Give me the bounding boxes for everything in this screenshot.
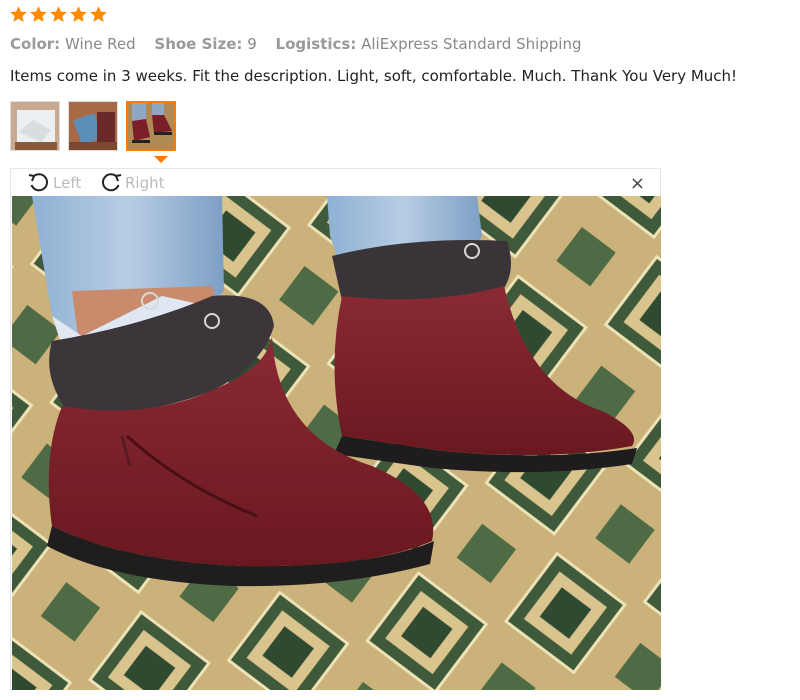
thumbnail-1[interactable] (10, 101, 60, 151)
star-icon (70, 6, 87, 22)
rotate-left-label: Left (53, 174, 82, 192)
rotate-right-label: Right (125, 174, 165, 192)
star-icon (10, 6, 27, 22)
thumbnail-strip (10, 101, 176, 151)
viewer-toolbar: Left Right × (11, 169, 660, 196)
image-viewer: Left Right × (10, 168, 661, 690)
rating-stars (9, 5, 108, 24)
close-viewer-button[interactable]: × (630, 173, 645, 194)
rotate-right-icon (102, 173, 122, 192)
rotate-left-icon (28, 173, 48, 192)
star-icon (90, 6, 107, 22)
attr-logistics-key: Logistics: (275, 35, 357, 53)
attr-logistics-value: AliExpress Standard Shipping (361, 35, 582, 53)
boots-photo (12, 196, 661, 690)
attr-color-value: Wine Red (64, 35, 136, 53)
attr-size-key: Shoe Size: (154, 35, 243, 53)
thumbnail-pointer (154, 156, 168, 163)
thumbnail-2[interactable] (68, 101, 118, 151)
star-icon (50, 6, 67, 22)
star-icon (30, 6, 47, 22)
boots-photo-icon (128, 103, 174, 149)
thumbnail-3[interactable] (126, 101, 176, 151)
review-text: Items come in 3 weeks. Fit the descripti… (10, 67, 738, 85)
review-attributes: Color: Wine Red Shoe Size: 9 Logistics: … (10, 35, 596, 53)
rotate-right-button[interactable]: Right (99, 171, 165, 195)
attr-size-value: 9 (247, 35, 257, 53)
attr-color-key: Color: (10, 35, 61, 53)
box-photo-icon (69, 102, 117, 150)
review-photo (12, 196, 661, 690)
package-photo-icon (11, 102, 59, 150)
rotate-left-button[interactable]: Left (27, 171, 81, 195)
